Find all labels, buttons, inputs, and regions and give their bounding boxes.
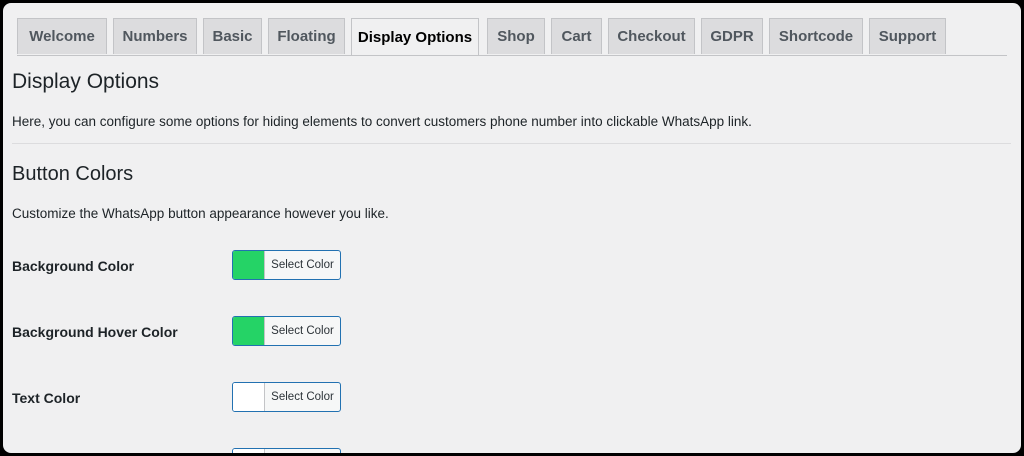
color-swatch bbox=[233, 251, 265, 279]
section-heading-button-colors: Button Colors bbox=[12, 163, 134, 185]
tab-support[interactable]: Support bbox=[869, 18, 946, 54]
select-color-label: Select Color bbox=[271, 259, 334, 271]
tab-cart[interactable]: Cart bbox=[551, 18, 602, 54]
tab-welcome[interactable]: Welcome bbox=[17, 18, 107, 54]
section-description: Customize the WhatsApp button appearance… bbox=[12, 206, 389, 221]
color-swatch bbox=[233, 317, 265, 345]
background-color-label: Background Color bbox=[12, 258, 135, 274]
color-swatch bbox=[233, 383, 265, 411]
tab-numbers[interactable]: Numbers bbox=[113, 18, 197, 54]
tab-checkout[interactable]: Checkout bbox=[608, 18, 695, 54]
background-color-picker-button[interactable]: Select Color bbox=[232, 250, 341, 280]
settings-page: Welcome Numbers Basic Floating Display O… bbox=[3, 3, 1021, 453]
tab-bar: Welcome Numbers Basic Floating Display O… bbox=[17, 18, 1007, 56]
background-hover-color-picker-button[interactable]: Select Color bbox=[232, 316, 341, 346]
select-color-label bbox=[265, 449, 340, 453]
select-color-label: Select Color bbox=[271, 325, 334, 337]
tab-display-options[interactable]: Display Options bbox=[351, 18, 479, 55]
page-intro: Here, you can configure some options for… bbox=[12, 114, 752, 129]
tab-shop[interactable]: Shop bbox=[487, 18, 545, 54]
tab-shortcode[interactable]: Shortcode bbox=[769, 18, 863, 54]
background-hover-color-label: Background Hover Color bbox=[12, 324, 178, 340]
tab-floating[interactable]: Floating bbox=[268, 18, 345, 54]
tab-gdpr[interactable]: GDPR bbox=[701, 18, 763, 54]
color-picker-button-partial[interactable] bbox=[232, 448, 341, 453]
divider bbox=[12, 143, 1011, 144]
text-color-label: Text Color bbox=[12, 390, 81, 406]
page-title: Display Options bbox=[12, 70, 160, 93]
text-color-picker-button[interactable]: Select Color bbox=[232, 382, 341, 412]
color-swatch bbox=[233, 449, 265, 453]
tab-basic[interactable]: Basic bbox=[203, 18, 262, 54]
select-color-label: Select Color bbox=[271, 391, 334, 403]
